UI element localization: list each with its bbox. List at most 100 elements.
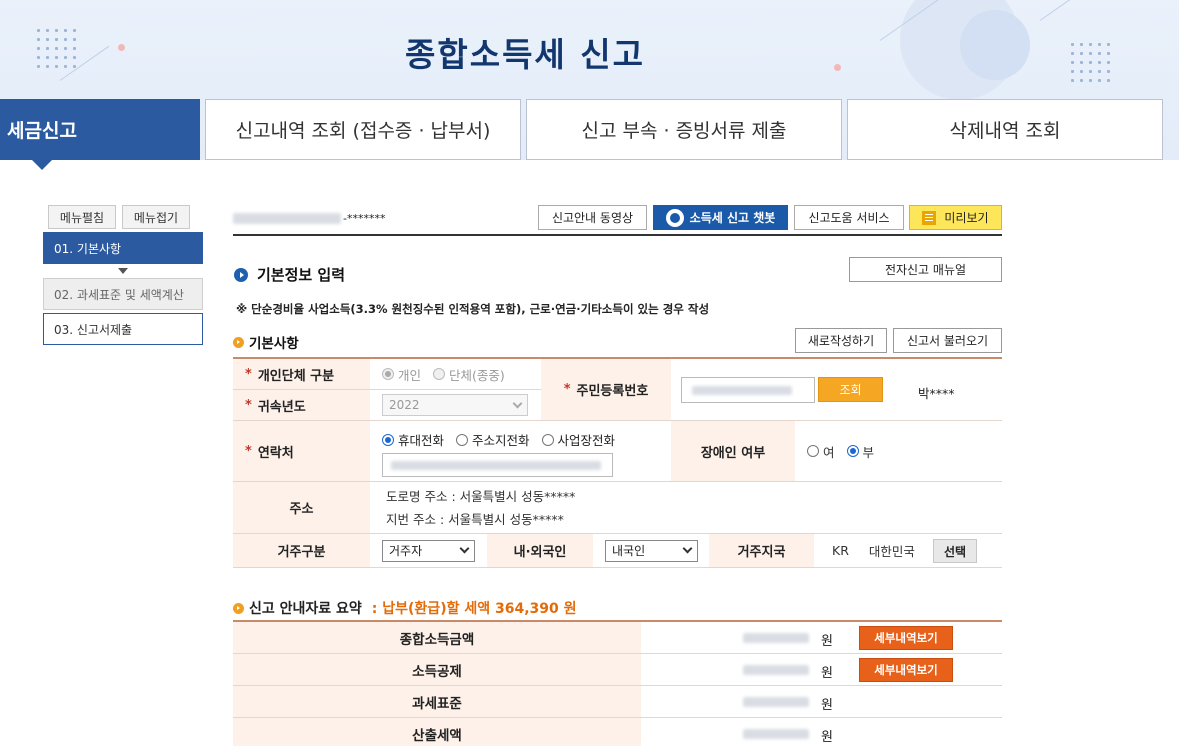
user-name: -******* <box>233 212 385 225</box>
nationality-cell: 내국인 <box>593 534 709 568</box>
residence-country-label: 거주지국 <box>709 534 814 568</box>
chatbot-button[interactable]: 소득세 신고 챗봇 <box>653 205 788 230</box>
summary-title-text: 신고 안내자료 요약 <box>249 601 362 617</box>
preview-label: 미리보기 <box>944 211 989 225</box>
required-mark: * <box>245 397 252 413</box>
chevron-down-icon <box>682 543 693 554</box>
chatbot-icon <box>665 208 684 227</box>
bullet-icon <box>233 602 244 614</box>
menu-collapse-button[interactable]: 메뉴접기 <box>122 205 190 229</box>
step-tax-calculation[interactable]: 02. 과세표준 및 세액계산 <box>43 278 203 310</box>
lookup-button[interactable]: 조회 <box>818 377 883 402</box>
radio-group[interactable]: 단체(종중) <box>433 365 505 384</box>
residence-type-value: 거주자 <box>389 544 423 558</box>
table-row: 종합소득금액 원 세부내역보기 <box>233 622 1002 654</box>
radio-individual[interactable]: 개인 <box>382 365 421 384</box>
radio-disabled-no[interactable]: 부 <box>846 442 874 461</box>
load-form-button[interactable]: 신고서 불러오기 <box>893 328 1002 353</box>
radio-office-phone[interactable]: 사업장전화 <box>541 430 615 449</box>
tax-year-value: 2022 <box>389 398 420 412</box>
user-masked-id: -******* <box>343 212 386 225</box>
masked-amount <box>743 633 809 643</box>
masked-name-blur <box>233 213 341 224</box>
summary-label: 종합소득금액 <box>233 622 641 653</box>
detail-button[interactable]: 세부내역보기 <box>859 658 953 682</box>
address-label: 주소 <box>233 482 370 534</box>
tax-year-select[interactable]: 2022 <box>382 394 528 416</box>
basic-section-title-text: 기본사항 <box>249 336 299 352</box>
masked-amount <box>743 729 809 739</box>
radio-mobile[interactable]: 휴대전화 <box>382 430 444 449</box>
masked-phone <box>391 461 601 470</box>
step-submit[interactable]: 03. 신고서제출 <box>43 313 203 345</box>
tab-deleted-history[interactable]: 삭제내역 조회 <box>847 99 1163 160</box>
new-form-button[interactable]: 새로작성하기 <box>795 328 887 353</box>
required-mark: * <box>245 443 252 459</box>
guide-video-button[interactable]: 신고안내 동영상 <box>538 205 647 230</box>
document-icon <box>922 210 937 225</box>
road-address: 도로명 주소 : 서울특별시 성동***** <box>386 488 576 504</box>
chevron-down-icon <box>459 543 470 554</box>
step-arrow-icon <box>118 268 128 274</box>
tax-due-highlight: : 납부(환급)할 세액 364,390 원 <box>371 601 577 617</box>
entity-type-label-text: 개인단체 구분 <box>257 368 335 384</box>
bullet-icon <box>233 336 244 348</box>
residence-type-label: 거주구분 <box>233 534 370 568</box>
contact-label: * 연락처 <box>233 421 370 482</box>
residence-type-cell: 거주자 <box>370 534 487 568</box>
summary-label: 소득공제 <box>233 654 641 685</box>
manual-button[interactable]: 전자신고 매뉴얼 <box>849 257 1002 282</box>
step-basic-info[interactable]: 01. 기본사항 <box>43 232 203 264</box>
detail-button[interactable]: 세부내역보기 <box>859 626 953 650</box>
contact-options: 휴대전화 주소지전화 사업장전화 <box>382 430 627 449</box>
resident-no-label: * 주민등록번호 <box>541 359 671 421</box>
nationality-select[interactable]: 내국인 <box>605 539 698 562</box>
help-service-button[interactable]: 신고도움 서비스 <box>794 205 904 230</box>
filing-note: ※ 단순경비율 사업소득(3.3% 원천징수된 인적용역 포함), 근로·연금·… <box>236 302 710 316</box>
masked-resident-no <box>692 386 792 395</box>
tax-year-cell: 2022 <box>370 390 541 421</box>
address-cell: 도로명 주소 : 서울특별시 성동***** 지번 주소 : 서울특별시 성동*… <box>370 482 1002 534</box>
entity-type-label: * 개인단체 구분 <box>233 359 370 390</box>
menu-expand-button[interactable]: 메뉴펼침 <box>48 205 116 229</box>
tab-tax-filing[interactable]: 세금신고 <box>0 99 200 170</box>
table-row: 소득공제 원 세부내역보기 <box>233 654 1002 686</box>
basic-info-title-text: 기본정보 입력 <box>257 266 346 284</box>
residence-type-select[interactable]: 거주자 <box>382 539 475 562</box>
currency-unit: 원 <box>821 730 833 745</box>
decorative-line <box>1039 0 1098 21</box>
page-title: 종합소득세 신고 <box>404 35 645 74</box>
summary-label: 과세표준 <box>233 686 641 717</box>
phone-input[interactable] <box>382 453 613 477</box>
chatbot-label: 소득세 신고 챗봇 <box>689 211 776 225</box>
basic-section-title: 기본사항 <box>233 332 299 352</box>
contact-label-text: 연락처 <box>257 445 294 461</box>
table-row: 과세표준 원 <box>233 686 1002 718</box>
chevron-down-icon <box>512 398 523 408</box>
currency-unit: 원 <box>821 666 833 681</box>
summary-title: 신고 안내자료 요약 : 납부(환급)할 세액 364,390 원 <box>233 598 577 618</box>
summary-label: 산출세액 <box>233 718 641 746</box>
masked-amount <box>743 665 809 675</box>
tab-attachment-submit[interactable]: 신고 부속 · 증빙서류 제출 <box>526 99 842 160</box>
country-select-button[interactable]: 선택 <box>933 539 977 563</box>
masked-amount <box>743 697 809 707</box>
basic-info-title: 기본정보 입력 <box>234 264 345 285</box>
nationality-label: 내·외국인 <box>487 534 593 568</box>
entity-type-options: 개인 단체(종중) <box>370 359 541 390</box>
resident-no-input[interactable] <box>681 377 815 403</box>
tax-year-label: * 귀속년도 <box>233 390 370 421</box>
radio-home-phone[interactable]: 주소지전화 <box>456 430 530 449</box>
preview-button[interactable]: 미리보기 <box>909 205 1002 230</box>
lot-address: 지번 주소 : 서울특별시 성동***** <box>386 511 564 527</box>
disabled-label: 장애인 여부 <box>671 421 795 482</box>
nationality-value: 내국인 <box>612 544 646 558</box>
tax-year-label-text: 귀속년도 <box>257 399 306 415</box>
disabled-options: 여 부 <box>795 421 1002 482</box>
currency-unit: 원 <box>821 698 833 713</box>
radio-disabled-yes[interactable]: 여 <box>807 442 835 461</box>
currency-unit: 원 <box>821 634 833 649</box>
table-row: 산출세액 원 <box>233 718 1002 746</box>
tab-filing-history[interactable]: 신고내역 조회 (접수증 · 납부서) <box>205 99 521 160</box>
country-name: 대한민국 <box>868 544 915 559</box>
